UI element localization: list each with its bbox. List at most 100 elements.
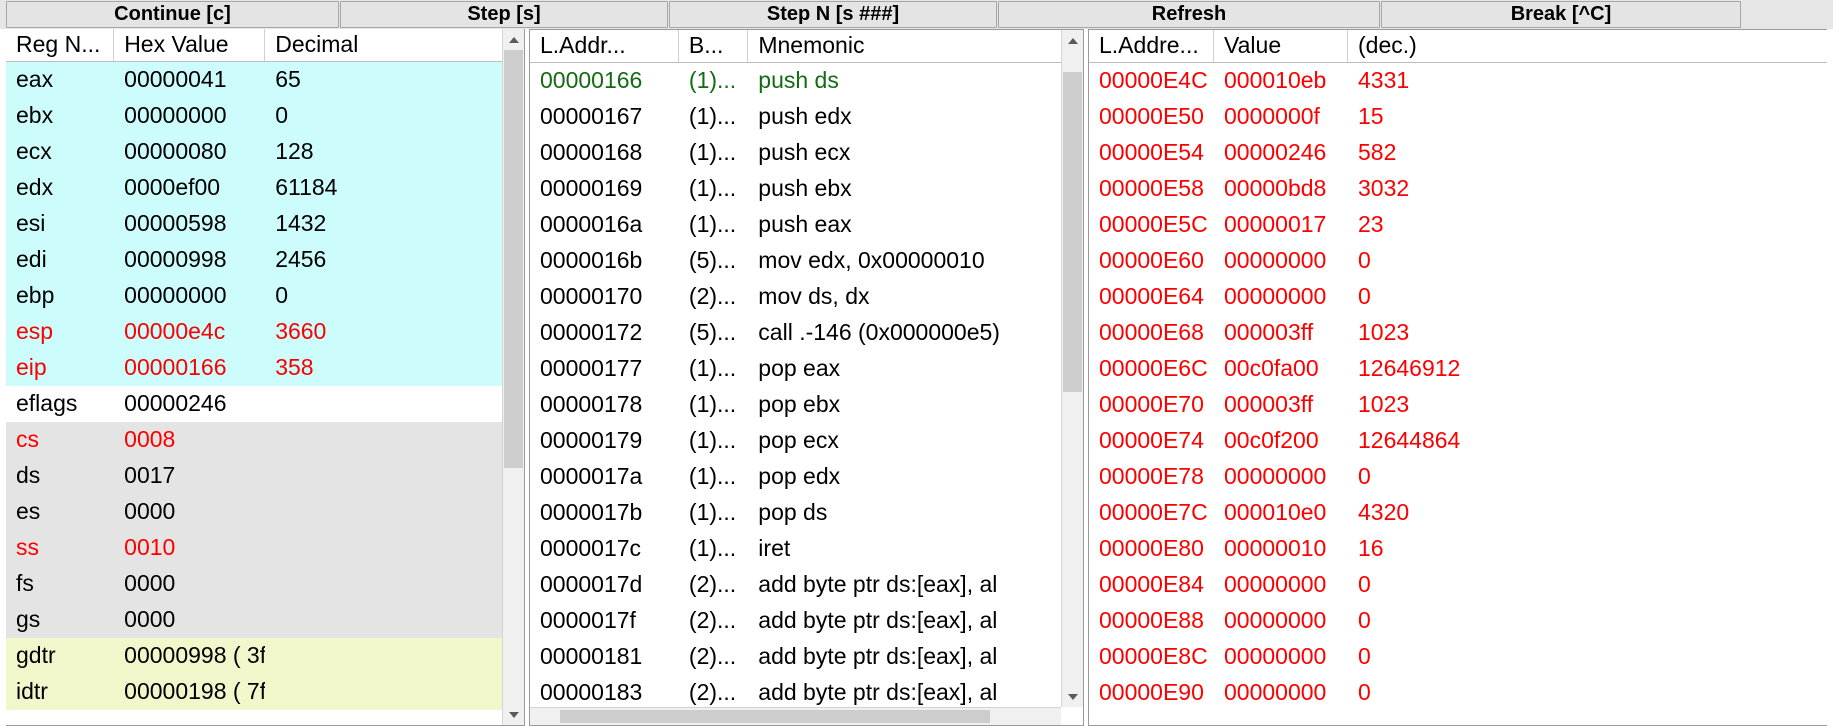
- scrollbar-thumb[interactable]: [504, 50, 523, 468]
- cell-name: cs: [16, 426, 39, 452]
- table-row[interactable]: 00000E8C 00000000 0: [1089, 639, 1827, 675]
- table-row[interactable]: 00000172 (5)... call .-146 (0x000000e5): [530, 315, 1061, 351]
- cell-mnemonic: push ds: [758, 67, 839, 93]
- table-row[interactable]: 00000E5C 00000017 23: [1089, 207, 1827, 243]
- table-row[interactable]: eflags 00000246: [6, 386, 502, 422]
- cell-dec: 358: [275, 354, 314, 380]
- column-header[interactable]: B...: [678, 30, 749, 62]
- cell-addr: 00000E50: [1099, 103, 1204, 129]
- table-row[interactable]: ss 0010: [6, 530, 502, 566]
- table-row[interactable]: ds 0017: [6, 458, 502, 494]
- column-header[interactable]: Hex Value: [114, 29, 266, 61]
- column-header[interactable]: Reg N...: [6, 29, 115, 61]
- table-row[interactable]: 00000181 (2)... add byte ptr ds:[eax], al: [530, 639, 1061, 675]
- table-row[interactable]: 00000169 (1)... push ebx: [530, 171, 1061, 207]
- table-row[interactable]: 0000017b (1)... pop ds: [530, 495, 1061, 531]
- table-row[interactable]: 00000E84 00000000 0: [1089, 567, 1827, 603]
- table-row[interactable]: 00000170 (2)... mov ds, dx: [530, 279, 1061, 315]
- table-row[interactable]: esi 00000598 1432: [6, 206, 502, 242]
- table-row[interactable]: 00000168 (1)... push ecx: [530, 135, 1061, 171]
- chevron-down-icon[interactable]: [503, 704, 524, 725]
- table-row[interactable]: 00000E88 00000000 0: [1089, 603, 1827, 639]
- table-row[interactable]: 00000E74 00c0f200 12644864: [1089, 423, 1827, 459]
- table-row[interactable]: 00000E78 00000000 0: [1089, 459, 1827, 495]
- cell-hex: 0000: [124, 570, 176, 596]
- table-row[interactable]: edx 0000ef00 61184: [6, 170, 502, 206]
- cell-name: edx: [16, 174, 54, 200]
- table-row[interactable]: 0000017f (2)... add byte ptr ds:[eax], al: [530, 603, 1061, 639]
- table-row[interactable]: 00000E70 000003ff 1023: [1089, 387, 1827, 423]
- table-row[interactable]: fs 0000: [6, 566, 502, 602]
- table-row[interactable]: gdtr 00000998 ( 3f): [6, 638, 502, 674]
- cell-addr: 00000E90: [1099, 679, 1204, 705]
- table-row[interactable]: idtr 00000198 ( 7ff): [6, 674, 502, 710]
- cell-addr: 00000167: [540, 103, 643, 129]
- toolbar-button-continue-c[interactable]: Continue [c]: [6, 1, 339, 28]
- cell-addr: 00000178: [540, 391, 643, 417]
- table-row[interactable]: 00000179 (1)... pop ecx: [530, 423, 1061, 459]
- registers-vertical-scrollbar[interactable]: [502, 29, 524, 725]
- panels-container: Reg N... Hex Value Decimal eax 00000041 65 eb…: [0, 29, 1833, 726]
- table-row[interactable]: 00000E80 00000010 16: [1089, 531, 1827, 567]
- cell-dec: 0: [275, 282, 288, 308]
- table-row[interactable]: 00000E68 000003ff 1023: [1089, 315, 1827, 351]
- table-row[interactable]: 00000E90 00000000 0: [1089, 675, 1827, 711]
- cell-name: ss: [16, 534, 39, 560]
- table-row[interactable]: gs 0000: [6, 602, 502, 638]
- table-row[interactable]: esp 00000e4c 3660: [6, 314, 502, 350]
- toolbar-button-step-n-s[interactable]: Step N [s ###]: [669, 1, 997, 28]
- table-row[interactable]: ebx 00000000 0: [6, 98, 502, 134]
- table-row[interactable]: 00000E50 0000000f 15: [1089, 99, 1827, 135]
- scrollbar-thumb[interactable]: [560, 710, 990, 723]
- table-row[interactable]: ebp 00000000 0: [6, 278, 502, 314]
- table-row[interactable]: 00000E4C 000010eb 4331: [1089, 63, 1827, 99]
- table-row[interactable]: eip 00000166 358: [6, 350, 502, 386]
- table-row[interactable]: 0000017d (2)... add byte ptr ds:[eax], al: [530, 567, 1061, 603]
- cell-addr: 00000E70: [1099, 391, 1204, 417]
- table-row[interactable]: 00000E60 00000000 0: [1089, 243, 1827, 279]
- cell-mnemonic: pop ds: [758, 499, 828, 525]
- column-header[interactable]: Value: [1214, 30, 1348, 62]
- disassembly-horizontal-scrollbar[interactable]: [530, 707, 1061, 725]
- column-header[interactable]: L.Addr...: [530, 30, 679, 62]
- table-row[interactable]: edi 00000998 2456: [6, 242, 502, 278]
- cell-mnemonic: iret: [758, 535, 791, 561]
- cell-addr: 00000177: [540, 355, 643, 381]
- table-row[interactable]: 00000178 (1)... pop ebx: [530, 387, 1061, 423]
- table-row[interactable]: ecx 00000080 128: [6, 134, 502, 170]
- cell-dec: 12644864: [1358, 427, 1461, 453]
- disassembly-vertical-scrollbar[interactable]: [1061, 30, 1083, 707]
- table-row[interactable]: cs 0008: [6, 422, 502, 458]
- column-header[interactable]: Decimal: [265, 29, 502, 61]
- column-header[interactable]: Mnemonic: [748, 30, 1061, 62]
- toolbar-button-step-s[interactable]: Step [s]: [340, 1, 668, 28]
- table-row[interactable]: 00000166 (1)... push ds: [530, 63, 1061, 99]
- table-row[interactable]: 00000177 (1)... pop eax: [530, 351, 1061, 387]
- table-row[interactable]: 00000E64 00000000 0: [1089, 279, 1827, 315]
- chevron-down-icon[interactable]: [1062, 686, 1083, 707]
- cell-dec: [265, 494, 502, 498]
- column-header[interactable]: L.Addre...: [1089, 30, 1214, 62]
- chevron-up-icon[interactable]: [1062, 30, 1083, 51]
- table-row[interactable]: 00000E6C 00c0fa00 12646912: [1089, 351, 1827, 387]
- table-row[interactable]: 0000017a (1)... pop edx: [530, 459, 1061, 495]
- cell-addr: 00000166: [540, 67, 643, 93]
- table-row[interactable]: 0000016a (1)... push eax: [530, 207, 1061, 243]
- table-row[interactable]: 00000167 (1)... push edx: [530, 99, 1061, 135]
- table-row[interactable]: 00000183 (2)... add byte ptr ds:[eax], al: [530, 675, 1061, 707]
- cell-dec: 0: [1358, 247, 1371, 273]
- table-row[interactable]: 0000017c (1)... iret: [530, 531, 1061, 567]
- table-row[interactable]: 0000016b (5)... mov edx, 0x00000010: [530, 243, 1061, 279]
- table-row[interactable]: 00000E58 00000bd8 3032: [1089, 171, 1827, 207]
- toolbar-button-break-c[interactable]: Break [^C]: [1381, 1, 1741, 28]
- table-row[interactable]: es 0000: [6, 494, 502, 530]
- chevron-up-icon[interactable]: [503, 29, 524, 50]
- column-header[interactable]: (dec.): [1348, 30, 1548, 62]
- scrollbar-thumb[interactable]: [1063, 72, 1082, 392]
- table-row[interactable]: 00000E7C 000010e0 4320: [1089, 495, 1827, 531]
- cell-value: 00000000: [1224, 571, 1327, 597]
- table-row[interactable]: 00000E54 00000246 582: [1089, 135, 1827, 171]
- toolbar-button-refresh[interactable]: Refresh: [998, 1, 1380, 28]
- table-row[interactable]: eax 00000041 65: [6, 62, 502, 98]
- cell-value: 000010e0: [1224, 499, 1327, 525]
